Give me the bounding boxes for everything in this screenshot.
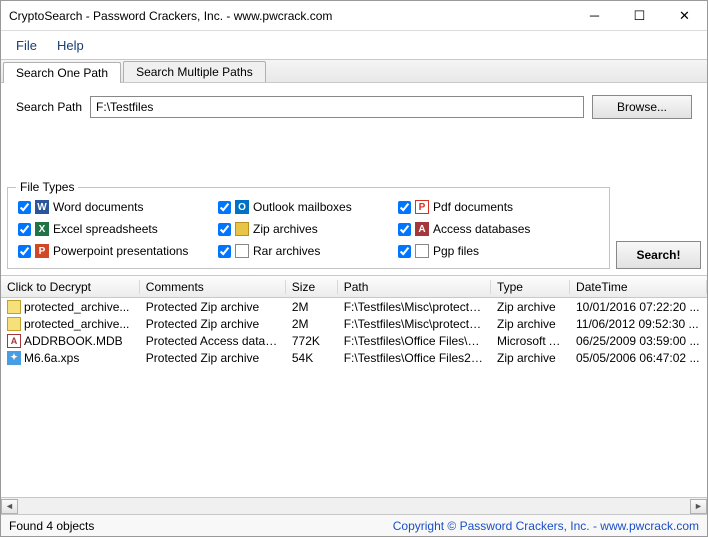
checkbox-rar[interactable]: Rar archives xyxy=(218,244,398,258)
cell-size: 54K xyxy=(286,351,338,365)
cell-path: F:\Testfiles\Office Files2\XPS\... xyxy=(338,351,491,365)
checkbox-excel[interactable]: XExcel spreadsheets xyxy=(18,222,218,236)
spacer xyxy=(1,119,707,187)
table-empty-area xyxy=(1,366,707,497)
tabbar: Search One Path Search Multiple Paths xyxy=(1,59,707,83)
minimize-button[interactable]: ─ xyxy=(572,1,617,30)
checkbox-outlook-input[interactable] xyxy=(218,201,231,214)
cell-name: M6.6a.xps xyxy=(24,351,79,365)
horizontal-scrollbar[interactable]: ◄ ► xyxy=(1,497,707,514)
checkbox-ppt[interactable]: PPowerpoint presentations xyxy=(18,244,218,258)
outlook-icon: O xyxy=(235,200,249,214)
maximize-button[interactable]: ☐ xyxy=(617,1,662,30)
close-button[interactable]: ✕ xyxy=(662,1,707,30)
cell-type: Microsoft Ac... xyxy=(491,334,570,348)
titlebar: CryptoSearch - Password Crackers, Inc. -… xyxy=(1,1,707,31)
table-row[interactable]: protected_archive... Protected Zip archiv… xyxy=(1,315,707,332)
cell-size: 772K xyxy=(286,334,338,348)
scroll-left-arrow[interactable]: ◄ xyxy=(1,499,18,514)
menubar: File Help xyxy=(1,31,707,59)
checkbox-zip-input[interactable] xyxy=(218,223,231,236)
pdf-icon: P xyxy=(415,200,429,214)
cell-comments: Protected Zip archive xyxy=(140,300,286,314)
checkbox-outlook[interactable]: OOutlook mailboxes xyxy=(218,200,398,214)
checkbox-rar-input[interactable] xyxy=(218,245,231,258)
cell-type: Zip archive xyxy=(491,300,570,314)
col-decrypt[interactable]: Click to Decrypt xyxy=(1,280,140,294)
status-copyright: Copyright © Password Crackers, Inc. - ww… xyxy=(393,519,699,533)
window-title: CryptoSearch - Password Crackers, Inc. -… xyxy=(9,9,572,23)
cell-datetime: 10/01/2016 07:22:20 ... xyxy=(570,300,707,314)
tab-search-one-path[interactable]: Search One Path xyxy=(3,62,121,83)
access-file-icon: A xyxy=(7,334,21,348)
pgp-icon xyxy=(415,244,429,258)
menu-help[interactable]: Help xyxy=(47,34,94,57)
menu-file[interactable]: File xyxy=(6,34,47,57)
status-count: Found 4 objects xyxy=(9,519,393,533)
powerpoint-icon: P xyxy=(35,244,49,258)
checkbox-word[interactable]: WWord documents xyxy=(18,200,218,214)
checkbox-pdf-input[interactable] xyxy=(398,201,411,214)
checkbox-excel-input[interactable] xyxy=(18,223,31,236)
col-size[interactable]: Size xyxy=(286,280,338,294)
search-path-label: Search Path xyxy=(16,100,82,114)
cell-comments: Protected Zip archive xyxy=(140,351,286,365)
checkbox-pgp[interactable]: Pgp files xyxy=(398,244,558,258)
checkbox-zip[interactable]: Zip archives xyxy=(218,222,398,236)
cell-name: protected_archive... xyxy=(24,317,129,331)
col-datetime[interactable]: DateTime xyxy=(570,280,707,294)
checkbox-ppt-input[interactable] xyxy=(18,245,31,258)
statusbar: Found 4 objects Copyright © Password Cra… xyxy=(1,514,707,536)
scroll-right-arrow[interactable]: ► xyxy=(690,499,707,514)
checkbox-pdf[interactable]: PPdf documents xyxy=(398,200,558,214)
file-types-group: File Types WWord documents OOutlook mail… xyxy=(7,187,610,269)
col-type[interactable]: Type xyxy=(491,280,570,294)
checkbox-access[interactable]: AAccess databases xyxy=(398,222,558,236)
checkbox-word-input[interactable] xyxy=(18,201,31,214)
checkbox-pgp-input[interactable] xyxy=(398,245,411,258)
cell-datetime: 06/25/2009 03:59:00 ... xyxy=(570,334,707,348)
xps-file-icon: ✦ xyxy=(7,351,21,365)
checkbox-access-input[interactable] xyxy=(398,223,411,236)
excel-icon: X xyxy=(35,222,49,236)
cell-datetime: 11/06/2012 09:52:30 ... xyxy=(570,317,707,331)
cell-path: F:\Testfiles\Misc\protected_arc... xyxy=(338,317,491,331)
zip-icon xyxy=(235,222,249,236)
search-path-row: Search Path Browse... xyxy=(1,83,707,119)
browse-button[interactable]: Browse... xyxy=(592,95,692,119)
cell-type: Zip archive xyxy=(491,351,570,365)
access-icon: A xyxy=(415,222,429,236)
cell-name: protected_archive... xyxy=(24,300,129,314)
zip-file-icon xyxy=(7,317,21,331)
table-row[interactable]: ✦M6.6a.xps Protected Zip archive54KF:\Tes… xyxy=(1,349,707,366)
cell-name: ADDRBOOK.MDB xyxy=(24,334,123,348)
zip-file-icon xyxy=(7,300,21,314)
col-comments[interactable]: Comments xyxy=(140,280,286,294)
tab-search-multiple-paths[interactable]: Search Multiple Paths xyxy=(123,61,266,82)
table-header: Click to Decrypt Comments Size Path Type… xyxy=(1,276,707,298)
table-row[interactable]: AADDRBOOK.MDB Protected Access database77… xyxy=(1,332,707,349)
cell-size: 2M xyxy=(286,300,338,314)
cell-size: 2M xyxy=(286,317,338,331)
search-path-input[interactable] xyxy=(90,96,584,118)
word-icon: W xyxy=(35,200,49,214)
cell-comments: Protected Zip archive xyxy=(140,317,286,331)
col-path[interactable]: Path xyxy=(338,280,491,294)
rar-icon xyxy=(235,244,249,258)
cell-path: F:\Testfiles\Misc\protected_arc... xyxy=(338,300,491,314)
cell-datetime: 05/05/2006 06:47:02 ... xyxy=(570,351,707,365)
table-row[interactable]: protected_archive... Protected Zip archiv… xyxy=(1,298,707,315)
file-types-legend: File Types xyxy=(16,180,78,194)
cell-type: Zip archive xyxy=(491,317,570,331)
results-table: Click to Decrypt Comments Size Path Type… xyxy=(1,275,707,366)
cell-comments: Protected Access database xyxy=(140,334,286,348)
cell-path: F:\Testfiles\Office Files\ADDR... xyxy=(338,334,491,348)
search-button[interactable]: Search! xyxy=(616,241,701,269)
